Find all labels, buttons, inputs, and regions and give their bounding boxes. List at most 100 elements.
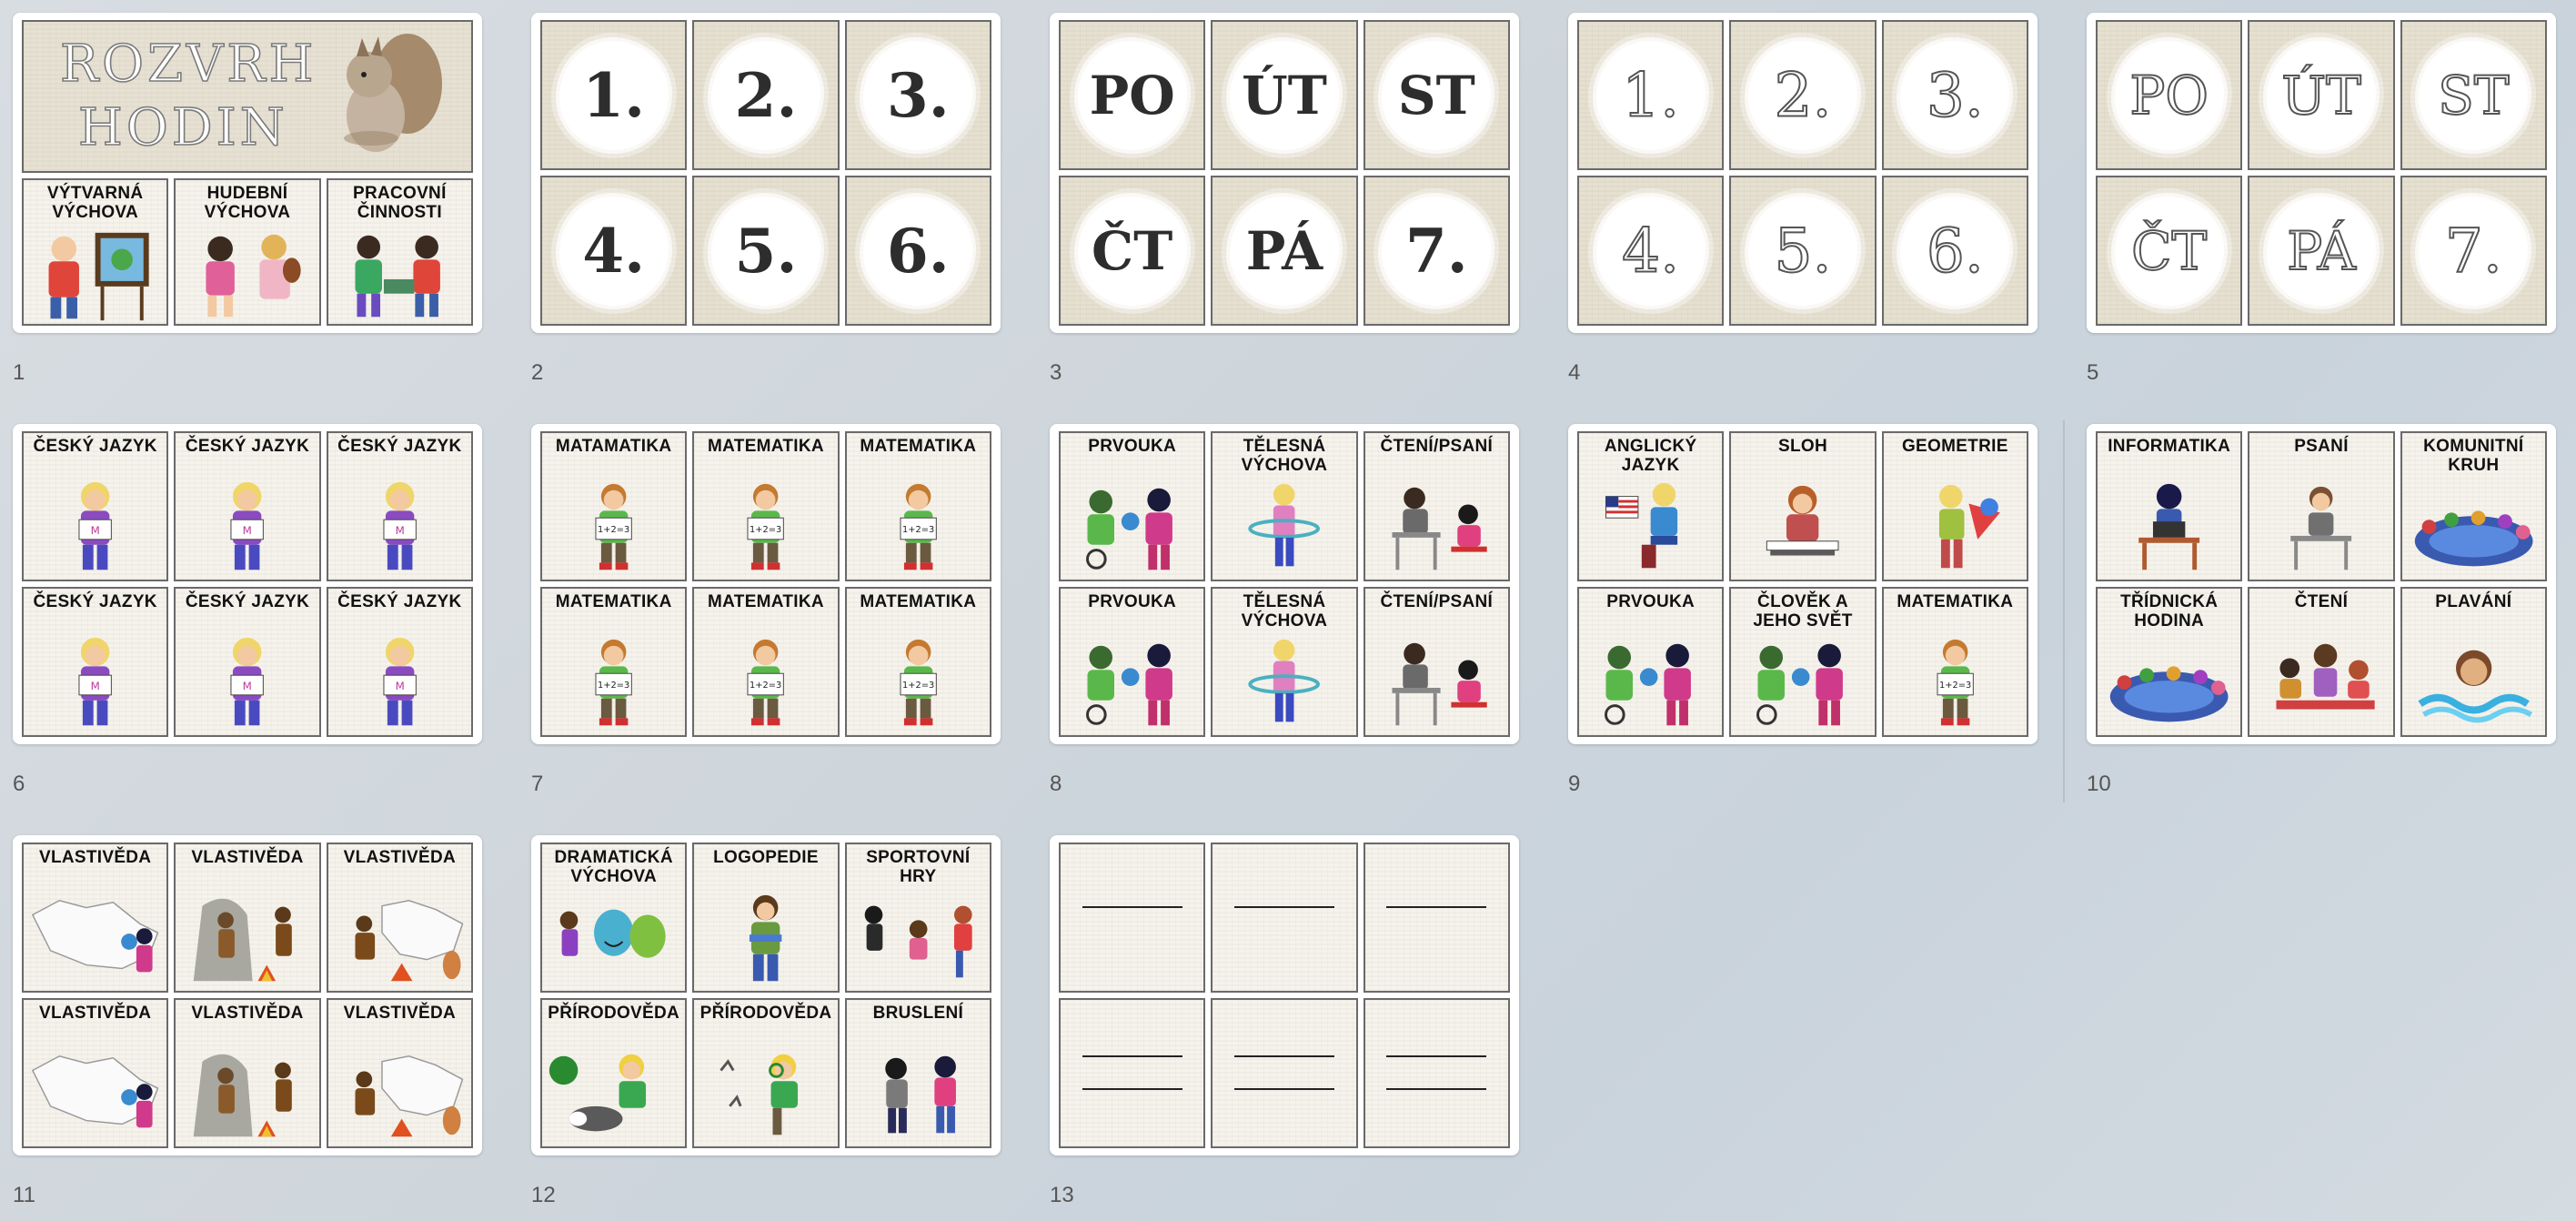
subject-card: BRUSLENÍ xyxy=(844,998,991,1148)
slide-thumbnail-2[interactable]: 1. 2. 3. 4. 5. 6. xyxy=(531,13,1001,333)
badge-text: 1. xyxy=(582,59,646,131)
card-label: ČESKÝ JAZYK xyxy=(337,592,462,611)
subject-card: ČESKÝ JAZYK M xyxy=(22,431,169,581)
card-label: TĚLESNÁ VÝCHOVA xyxy=(1241,592,1328,631)
slide-thumbnail-3[interactable]: PO ÚT ST ČT PÁ 7. xyxy=(1050,13,1519,333)
subject-card: VLASTIVĚDA xyxy=(22,998,169,1148)
blank-card xyxy=(1059,998,1206,1148)
svg-text:M: M xyxy=(243,680,252,692)
card-label: PLAVÁNÍ xyxy=(2435,592,2512,611)
blank-line xyxy=(1386,1087,1487,1090)
subject-card: ČLOVĚK A JEHO SVĚT xyxy=(1729,587,1877,737)
slide-thumbnail-13[interactable] xyxy=(1050,835,1519,1155)
subject-card: VÝTVARNÁ VÝCHOVA xyxy=(22,178,169,326)
slide-thumbnail-10[interactable]: INFORMATIKA PSANÍ KOMUNITNÍ KRUH TŘÍDNIC… xyxy=(2087,424,2556,744)
card-label: SLOH xyxy=(1778,437,1827,456)
day-card: ST xyxy=(1363,20,1510,170)
card-label: MATEMATIKA xyxy=(708,437,824,456)
art-class-icon xyxy=(48,232,149,321)
number-card: 4. xyxy=(1577,176,1725,326)
crafts-class-icon xyxy=(355,235,440,318)
subject-card: VLASTIVĚDA xyxy=(174,998,321,1148)
slide-thumbnail-11[interactable]: VLASTIVĚDA VLASTIVĚDA VLASTIVĚDA VLASTIV… xyxy=(13,835,482,1155)
card-label: INFORMATIKA xyxy=(2108,437,2231,456)
badge-text: 2. xyxy=(1773,59,1832,131)
day-card: 7. xyxy=(2400,176,2547,326)
slide-thumbnail-4[interactable]: 1. 2. 3. 4. 5. 6. xyxy=(1568,13,2038,333)
badge-text: 2. xyxy=(734,59,798,131)
title-text: ROZVRH HODIN xyxy=(59,33,317,160)
slide-thumbnail-5[interactable]: PO ÚT ST ČT PÁ 7. xyxy=(2087,13,2556,333)
slide-number: 6 xyxy=(13,772,25,796)
slide-number: 7 xyxy=(531,772,544,796)
card-label: ČESKÝ JAZYK xyxy=(33,437,157,456)
math-board-text: 1+2=3 xyxy=(902,681,934,691)
subject-card: PLAVÁNÍ xyxy=(2400,587,2547,737)
slide-thumbnail-7[interactable]: MATAMATIKA 1+2=3 MATEMATIKA 1+2=3 MATEMA… xyxy=(531,424,1001,744)
number-card: 2. xyxy=(1729,20,1877,170)
blank-line xyxy=(1082,1087,1182,1090)
card-label: ČTENÍ/PSANÍ xyxy=(1380,437,1494,456)
girl-with-letters-icon: M xyxy=(230,637,265,726)
girl-with-letters-icon: M xyxy=(383,481,417,570)
badge-text: ČT xyxy=(2130,219,2208,283)
day-card: ST xyxy=(2400,20,2547,170)
subject-card: ČTENÍ/PSANÍ xyxy=(1363,431,1510,581)
girl-writing-icon xyxy=(1766,485,1839,556)
badge-text: 4. xyxy=(1621,215,1680,287)
badge-text: 4. xyxy=(582,215,646,287)
card-label: MATEMATIKA xyxy=(708,592,824,611)
subject-card: ČTENÍ/PSANÍ xyxy=(1363,587,1510,737)
card-label: ČESKÝ JAZYK xyxy=(33,592,157,611)
card-label: ANGLICKÝ JAZYK xyxy=(1604,437,1697,475)
subject-card: TĚLESNÁ VÝCHOVA xyxy=(1211,431,1358,581)
math-board-text: 1+2=3 xyxy=(750,681,781,691)
subject-card: MATEMATIKA 1+2=3 xyxy=(844,587,991,737)
card-label: BRUSLENÍ xyxy=(872,1004,964,1023)
svg-text:M: M xyxy=(395,680,404,692)
number-card: 4. xyxy=(540,176,688,326)
number-card: 2. xyxy=(692,20,840,170)
badge-text: PO xyxy=(1089,64,1175,126)
kids-skating-icon xyxy=(884,1055,956,1134)
kids-with-globe-icon xyxy=(1605,643,1691,726)
boy-with-math-board-icon: 1+2=3 xyxy=(1937,639,1974,726)
slide-thumbnail-1[interactable]: ROZVRH HODIN VÝTVARNÁ VÝCHOVA HUDEBNÍ VÝ… xyxy=(13,13,482,333)
squirrel-icon xyxy=(343,34,442,152)
subject-card: SLOH xyxy=(1729,431,1877,581)
subject-card: ČTENÍ xyxy=(2248,587,2395,737)
subject-card: PRACOVNÍ ČINNOSTI xyxy=(326,178,473,326)
number-card: 3. xyxy=(1881,20,2028,170)
card-label: HUDEBNÍ VÝCHOVA xyxy=(204,184,291,222)
cave-people-icon xyxy=(193,1054,293,1137)
number-card: 6. xyxy=(1881,176,2028,326)
kids-reading-icon xyxy=(2276,643,2375,710)
subject-card: HUDEBNÍ VÝCHOVA xyxy=(174,178,321,326)
map-outline-icon xyxy=(31,1054,159,1128)
card-label: ČESKÝ JAZYK xyxy=(337,437,462,456)
girl-with-letters-icon: M xyxy=(78,481,112,570)
svg-text:M: M xyxy=(91,680,100,692)
slide-thumbnail-9[interactable]: ANGLICKÝ JAZYK SLOH GEOMETRIE PRVOUKA ČL… xyxy=(1568,424,2038,744)
subject-card: VLASTIVĚDA xyxy=(326,843,473,993)
subject-card: MATEMATIKA 1+2=3 xyxy=(692,587,840,737)
number-card: 6. xyxy=(844,176,991,326)
music-class-icon xyxy=(206,234,301,318)
card-label: PRVOUKA xyxy=(1088,437,1177,456)
subject-card: PRVOUKA xyxy=(1059,587,1206,737)
badge-text: ÚT xyxy=(1242,64,1327,126)
slide-thumbnail-8[interactable]: PRVOUKA TĚLESNÁ VÝCHOVA ČTENÍ/PSANÍ PRVO… xyxy=(1050,424,1519,744)
slide-thumbnail-6[interactable]: ČESKÝ JAZYK M ČESKÝ JAZYK M ČESKÝ JAZYK … xyxy=(13,424,482,744)
boy-with-math-board-icon: 1+2=3 xyxy=(747,639,785,726)
number-card: 1. xyxy=(1577,20,1725,170)
boy-with-math-board-icon: 1+2=3 xyxy=(900,483,937,570)
card-label: VLASTIVĚDA xyxy=(38,848,152,867)
svg-text:M: M xyxy=(395,524,404,537)
badge-text: ST xyxy=(1397,64,1475,126)
boy-swimming-icon xyxy=(2418,650,2532,723)
slide-thumbnail-12[interactable]: DRAMATICKÁ VÝCHOVA LOGOPEDIE SPORTOVNÍ H… xyxy=(531,835,1001,1155)
subject-card: PRVOUKA xyxy=(1059,431,1206,581)
number-card: 5. xyxy=(692,176,840,326)
kids-with-globe-icon xyxy=(1756,643,1844,726)
blank-card xyxy=(1211,843,1358,993)
